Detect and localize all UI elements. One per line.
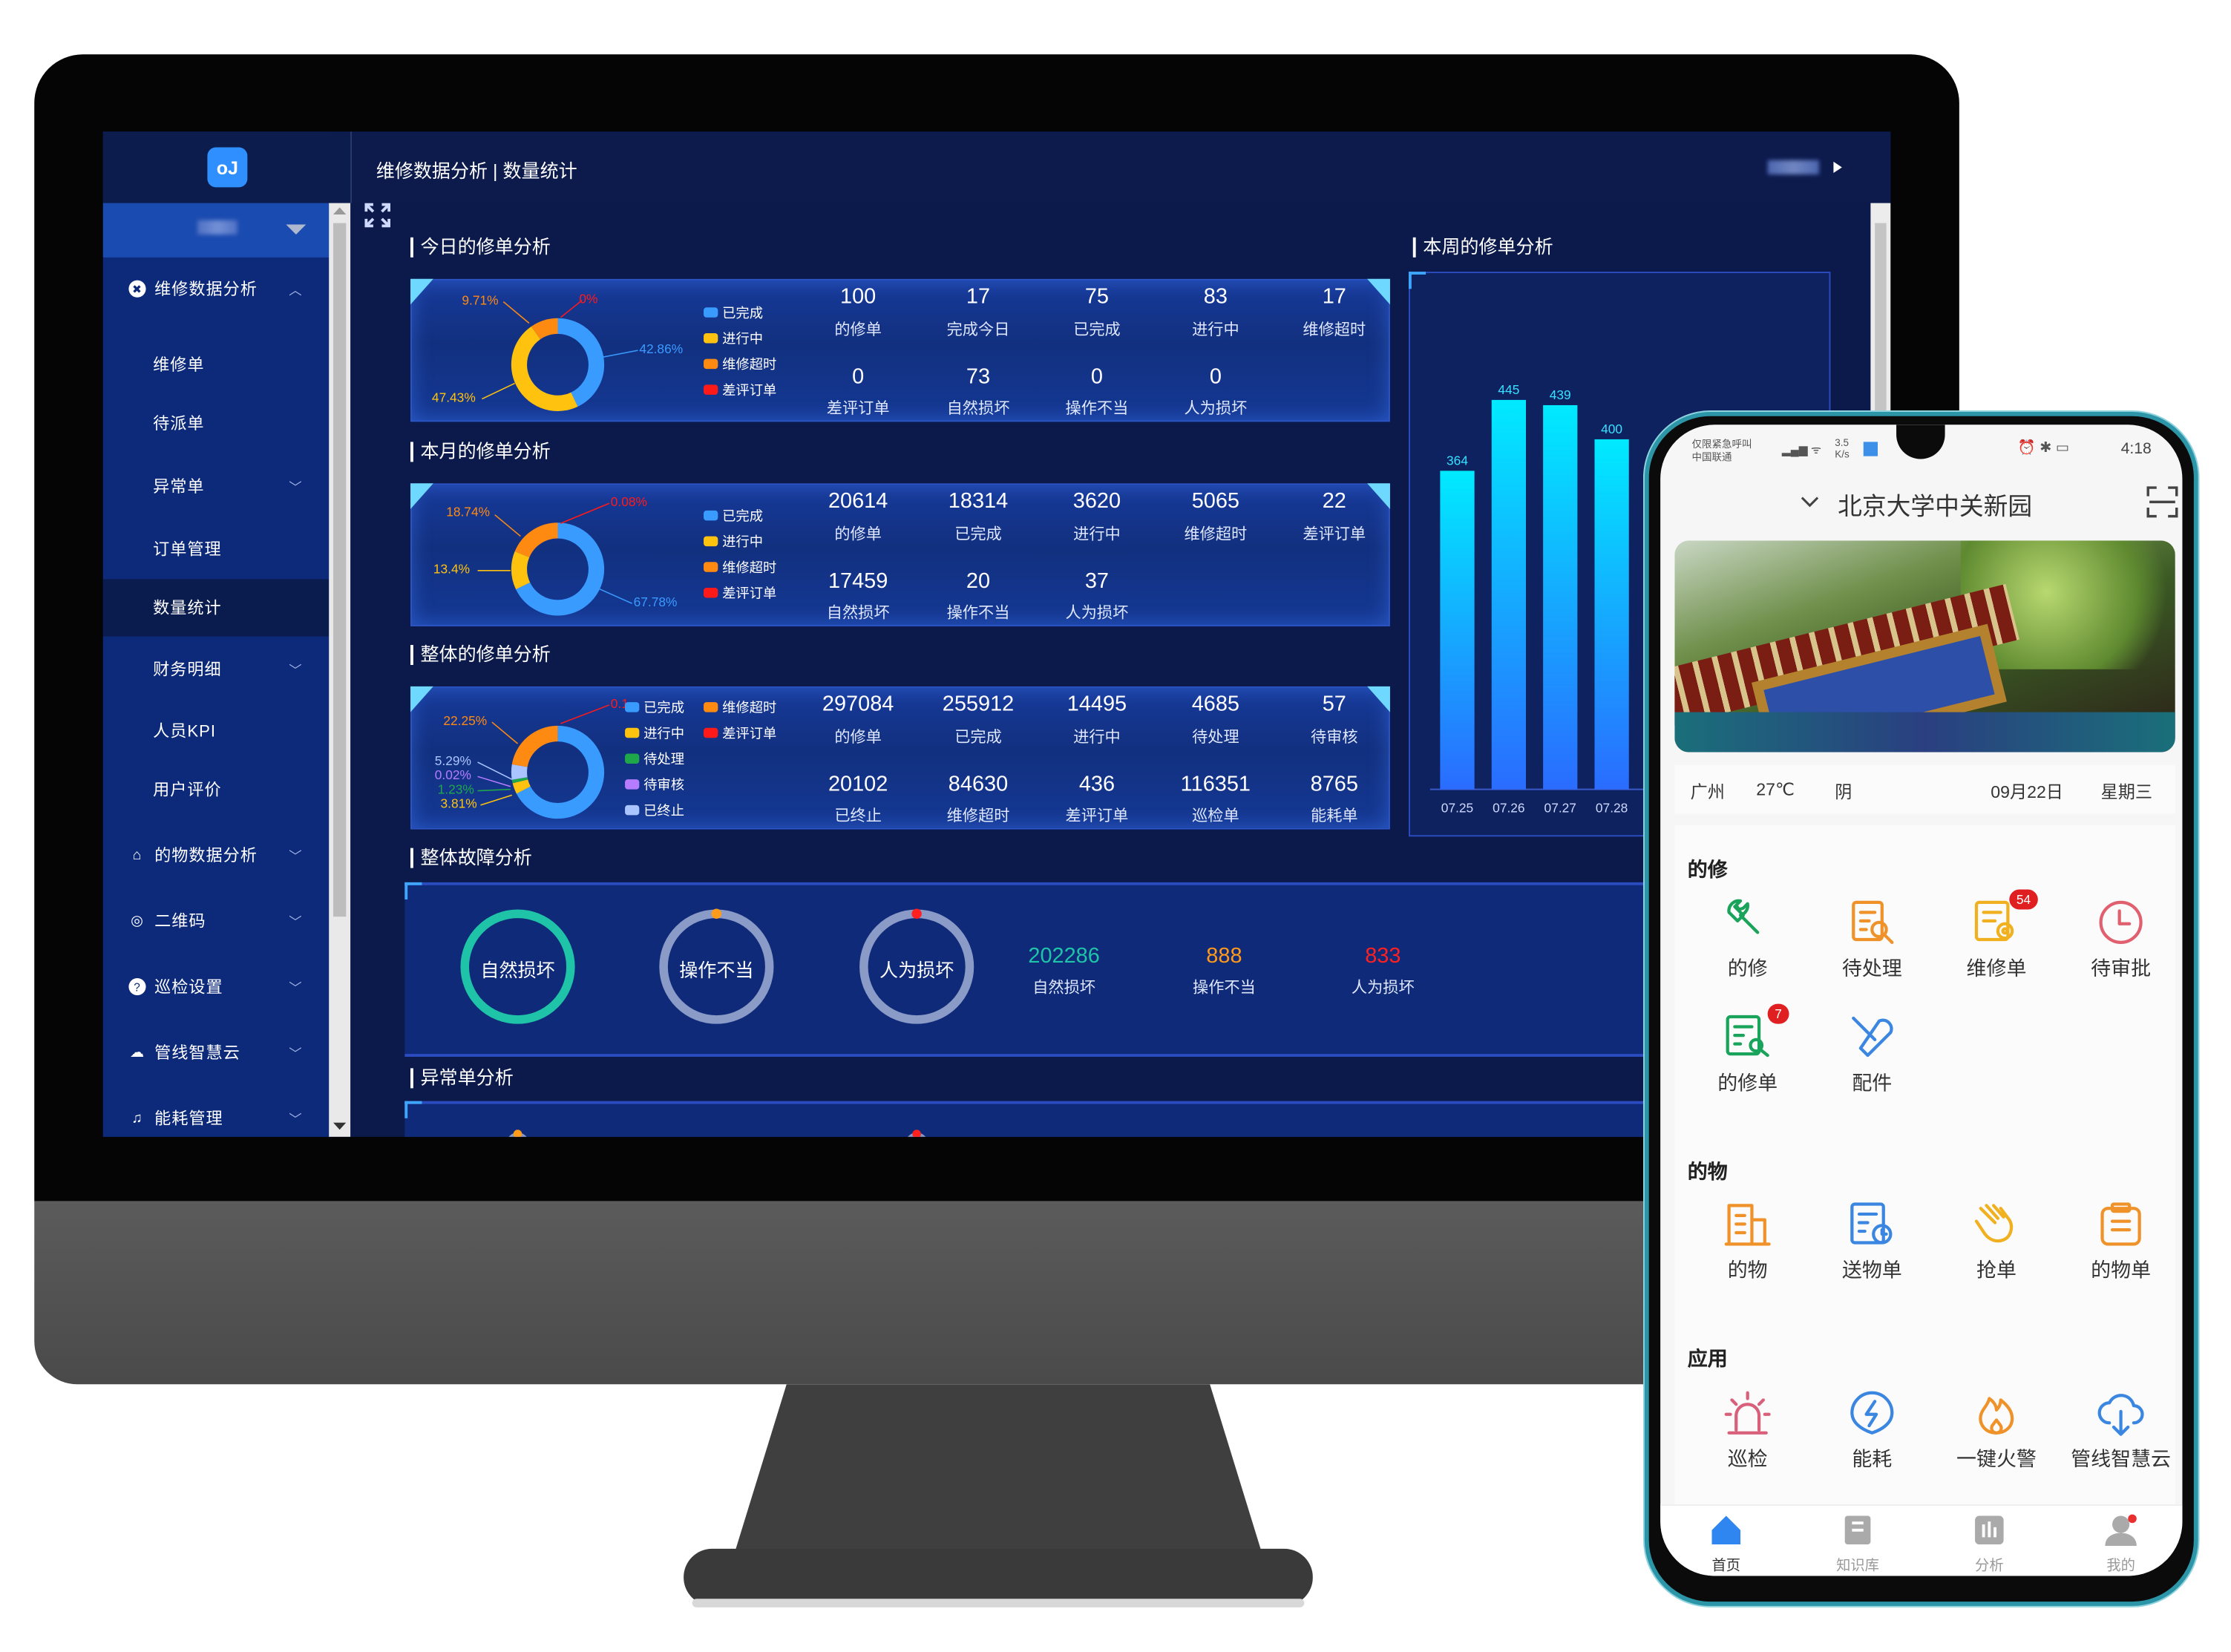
bottom-navigation: 首页 知识库 分析 我的 (1660, 1504, 2183, 1576)
week-section-title: 本周的修单分析 (1412, 237, 1553, 258)
wrench-icon (1723, 898, 1772, 947)
monitor-stand (684, 1384, 1313, 1607)
doc-wrench-icon: 7 (1723, 1003, 1789, 1061)
nav-chart[interactable]: 分析 (1924, 1512, 2055, 1575)
app-label: 的修 (1727, 957, 1768, 980)
week-bar-value-label: 364 (1447, 453, 1468, 468)
app-label: 待审批 (2091, 957, 2152, 980)
week-bar-value-label: 439 (1550, 387, 1571, 402)
tools-icon (1848, 1012, 1897, 1061)
week-x-tick-label: 07.28 (1596, 800, 1628, 815)
group-title-0: 的修 (1687, 858, 1728, 881)
app-doc-wrench[interactable]: 7 的修单 (1686, 1003, 1809, 1097)
app-tools[interactable]: 配件 (1810, 1012, 1933, 1097)
app-label: 的修单 (1717, 1071, 1778, 1095)
home-icon (1660, 1512, 1792, 1553)
alarm-light-icon (1723, 1389, 1772, 1438)
notification-badge: 54 (2009, 889, 2038, 910)
stage: ✖ 维修数据分析 ︿ 维修单 待派单 异常单 ﹀ 订单管理 数量统计 财务明细 ﹀ 人员KPI 用户评价… (0, 0, 2231, 1652)
app-label: 维修单 (1966, 957, 2027, 980)
book-icon (1792, 1512, 1923, 1553)
cloud-download-icon (2097, 1389, 2146, 1438)
app-fire[interactable]: 一键火警 (1935, 1389, 2058, 1473)
app-cloud-download[interactable]: 管线智慧云 (2060, 1389, 2183, 1473)
fire-icon (1972, 1389, 2021, 1438)
app-hand[interactable]: 抢单 (1935, 1200, 2058, 1285)
clock-icon (2097, 898, 2146, 947)
group-title-2: 应用 (1687, 1347, 1728, 1370)
main-content: 今日的修单分析 9.71% 0% 42.86% 47.43% 已完成 进行中 维修超时 差评订单… (103, 131, 1891, 1137)
app-label: 的物 (1727, 1258, 1768, 1282)
clipboard-icon (2097, 1200, 2146, 1249)
nav-label: 首页 (1711, 1558, 1741, 1575)
app-groups: 的修 的修 待处理 54 维修单 待审批 7 的修单 配件 的物 的物 送物单 抢单 的物单 应用 巡检 能耗一… (1660, 425, 2182, 1576)
app-doc-gear[interactable]: 54 维修单 (1935, 889, 2058, 983)
nav-label: 我的 (2106, 1558, 2135, 1575)
user-icon (2055, 1512, 2182, 1553)
nav-label: 知识库 (1836, 1558, 1879, 1575)
app-doc-search[interactable]: 待处理 (1810, 898, 1933, 983)
week-bar-07.26 (1491, 399, 1527, 790)
app-label: 配件 (1852, 1071, 1893, 1095)
building-icon (1723, 1200, 1772, 1249)
app-energy[interactable]: 能耗 (1810, 1389, 1933, 1473)
app-clipboard[interactable]: 的物单 (2060, 1200, 2183, 1285)
week-bar-value-label: 400 (1601, 422, 1622, 436)
doc-search-icon (1848, 898, 1897, 947)
notification-badge: 7 (1767, 1003, 1789, 1024)
nav-book[interactable]: 知识库 (1792, 1512, 1923, 1575)
app-label: 一键火警 (1956, 1447, 2037, 1470)
week-bar-07.27 (1543, 404, 1578, 790)
hand-icon (1972, 1200, 2021, 1249)
app-label: 的物单 (2091, 1258, 2152, 1282)
app-label: 抢单 (1976, 1258, 2017, 1282)
app-wrench[interactable]: 的修 (1686, 898, 1809, 983)
app-label: 管线智慧云 (2071, 1447, 2172, 1470)
week-bar-07.28 (1594, 439, 1629, 790)
ring-progress-marker (513, 1130, 522, 1137)
phone-device: 仅限紧急呼叫 中国联通 ▂▄▆ ᯤ 3.5 K/s ⏰ ✱ ▭ 4:18 北京大… (1644, 411, 2198, 1606)
app-alarm-light[interactable]: 巡检 (1686, 1389, 1809, 1473)
doc-clock-icon (1848, 1200, 1897, 1249)
doc-gear-icon: 54 (1972, 889, 2038, 947)
chart-icon (1924, 1512, 2055, 1553)
nav-label: 分析 (1975, 1558, 2004, 1575)
week-x-tick-label: 07.27 (1544, 800, 1576, 815)
app-building[interactable]: 的物 (1686, 1200, 1809, 1285)
nav-home[interactable]: 首页 (1660, 1512, 1792, 1575)
nav-user[interactable]: 我的 (2055, 1512, 2182, 1575)
app-label: 能耗 (1852, 1447, 1893, 1470)
app-clock[interactable]: 待审批 (2060, 898, 2183, 983)
week-bar-value-label: 445 (1498, 382, 1519, 397)
ring-progress-marker (912, 1130, 921, 1137)
week-x-tick-label: 07.25 (1441, 800, 1473, 815)
app-label: 待处理 (1841, 957, 1902, 980)
group-title-1: 的物 (1687, 1159, 1728, 1183)
phone-screen: 仅限紧急呼叫 中国联通 ▂▄▆ ᯤ 3.5 K/s ⏰ ✱ ▭ 4:18 北京大… (1660, 425, 2183, 1576)
energy-icon (1848, 1389, 1897, 1438)
app-label: 送物单 (1841, 1258, 1902, 1282)
app-label: 巡检 (1727, 1447, 1768, 1470)
week-x-tick-label: 07.26 (1493, 800, 1524, 815)
dashboard-screen: ✖ 维修数据分析 ︿ 维修单 待派单 异常单 ﹀ 订单管理 数量统计 财务明细 ﹀ 人员KPI 用户评价… (102, 131, 1891, 1137)
week-bar-07.25 (1440, 471, 1475, 790)
app-doc-clock[interactable]: 送物单 (1810, 1200, 1933, 1285)
